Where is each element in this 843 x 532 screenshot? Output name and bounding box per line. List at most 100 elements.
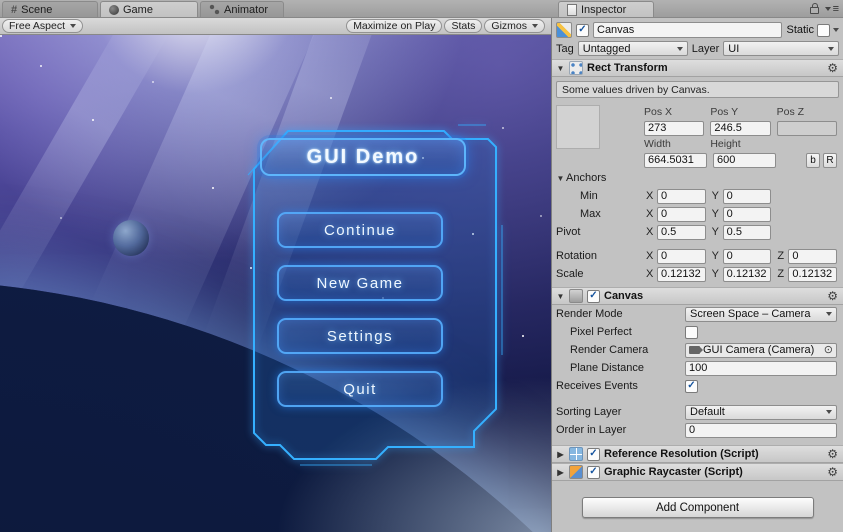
tag-value: Untagged <box>582 42 631 55</box>
gear-icon[interactable]: ⚙ <box>827 465 838 479</box>
pos-y-field[interactable]: 246.5 <box>710 120 771 136</box>
rotation-z-field[interactable]: 0 <box>788 248 838 264</box>
pos-y-label: Pos Y <box>710 106 739 118</box>
stats-button[interactable]: Stats <box>444 19 483 33</box>
foldout-closed-icon[interactable]: ▶ <box>556 468 565 477</box>
scale-x-field[interactable]: 0.12132 <box>657 266 706 282</box>
canvas-component-header[interactable]: ▼ ✓ Canvas ⚙ <box>552 287 843 305</box>
reference-resolution-title: Reference Resolution (Script) <box>604 448 759 460</box>
add-component-button[interactable]: Add Component <box>581 497 814 518</box>
rect-transform-header[interactable]: ▼ Rect Transform ⚙ <box>552 59 843 77</box>
static-checkbox[interactable] <box>817 23 830 37</box>
pixel-perfect-checkbox[interactable] <box>685 325 698 339</box>
lock-icon[interactable] <box>809 3 819 14</box>
layer-label: Layer <box>691 42 720 55</box>
scene-icon: # <box>11 3 18 16</box>
tab-animator[interactable]: Animator <box>200 1 284 17</box>
anchors-max-y-field[interactable]: 0 <box>722 206 772 222</box>
canvas-enabled-checkbox[interactable]: ✓ <box>587 289 600 303</box>
foldout-open-icon[interactable]: ▼ <box>556 292 565 301</box>
x-axis-label: X <box>646 226 654 238</box>
render-camera-field[interactable]: GUI Camera (Camera) ⊙ <box>685 342 837 358</box>
height-field[interactable]: 600 <box>713 152 776 168</box>
canvas-component-title: Canvas <box>604 290 644 302</box>
panel-menu-icon[interactable]: ≡ <box>825 3 839 15</box>
render-mode-row: Render Mode Screen Space – Camera <box>552 305 843 323</box>
anchors-foldout[interactable]: ▼ Anchors <box>552 169 843 187</box>
layer-dropdown[interactable]: UI <box>723 41 839 56</box>
pos-x-field[interactable]: 273 <box>644 120 705 136</box>
graphic-raycaster-icon <box>569 465 583 479</box>
scale-z-field[interactable]: 0.12132 <box>788 266 838 282</box>
reference-resolution-enabled-checkbox[interactable]: ✓ <box>587 447 600 461</box>
gear-icon[interactable]: ⚙ <box>827 447 838 461</box>
menu-title: GUI Demo <box>260 138 466 176</box>
object-picker-icon[interactable]: ⊙ <box>824 344 833 356</box>
rect-transform-icon <box>569 61 583 75</box>
anchors-min-x-field[interactable]: 0 <box>657 188 706 204</box>
pixel-perfect-row: Pixel Perfect <box>552 323 843 341</box>
anchors-min-y-field[interactable]: 0 <box>722 188 772 204</box>
render-mode-value: Screen Space – Camera <box>690 308 811 320</box>
foldout-open-icon[interactable]: ▼ <box>556 174 565 183</box>
anchors-max-x-field[interactable]: 0 <box>657 206 706 222</box>
sorting-layer-dropdown[interactable]: Default <box>685 404 837 420</box>
gear-icon[interactable]: ⚙ <box>827 61 838 75</box>
settings-button[interactable]: Settings <box>277 318 443 354</box>
quit-button[interactable]: Quit <box>277 371 443 407</box>
sorting-layer-value: Default <box>690 406 725 418</box>
raw-edit-mode-button[interactable]: R <box>823 152 837 168</box>
pivot-row: Pivot X 0.5 Y 0.5 <box>552 223 843 241</box>
inspector-panel: ✓ Static Tag Untagged Layer UI ▼ <box>551 18 843 532</box>
width-field[interactable]: 664.5031 <box>644 152 707 168</box>
static-dropdown-arrow-icon[interactable] <box>833 28 839 32</box>
plane-distance-row: Plane Distance 100 <box>552 359 843 377</box>
tag-dropdown[interactable]: Untagged <box>577 41 688 56</box>
new-game-button[interactable]: New Game <box>277 265 443 301</box>
scale-label: Scale <box>556 268 584 280</box>
check-icon: ✓ <box>589 448 598 459</box>
active-checkbox[interactable]: ✓ <box>576 23 589 37</box>
pivot-y-field[interactable]: 0.5 <box>722 224 772 240</box>
graphic-raycaster-header[interactable]: ▶ ✓ Graphic Raycaster (Script) ⚙ <box>552 463 843 481</box>
foldout-closed-icon[interactable]: ▶ <box>556 450 565 459</box>
anchor-preset-preview[interactable] <box>556 105 600 149</box>
reference-resolution-header[interactable]: ▶ ✓ Reference Resolution (Script) ⚙ <box>552 445 843 463</box>
foldout-open-icon[interactable]: ▼ <box>556 64 565 73</box>
rect-transform-body: Pos X Pos Y Pos Z 273 246.5 Width Height… <box>552 102 843 169</box>
y-axis-label: Y <box>711 190 720 202</box>
receives-events-checkbox[interactable]: ✓ <box>685 379 698 393</box>
render-mode-dropdown[interactable]: Screen Space – Camera <box>685 306 837 322</box>
static-label: Static <box>786 24 814 36</box>
pos-z-field <box>776 120 837 136</box>
rotation-x-field[interactable]: 0 <box>657 248 706 264</box>
blueprint-mode-button[interactable]: b <box>806 152 820 168</box>
height-label: Height <box>710 138 741 150</box>
receives-events-row: Receives Events ✓ <box>552 377 843 395</box>
tab-scene[interactable]: # Scene <box>2 1 98 17</box>
panel-controls: ≡ <box>809 2 839 16</box>
gizmos-dropdown[interactable]: Gizmos <box>484 19 545 33</box>
check-icon: ✓ <box>578 24 587 35</box>
unity-editor-window: # Scene Game Animator Inspector ≡ Free A… <box>0 0 843 532</box>
tab-inspector[interactable]: Inspector <box>558 1 654 17</box>
tab-game[interactable]: Game <box>100 1 198 17</box>
name-field[interactable] <box>593 22 783 38</box>
scale-y-field[interactable]: 0.12132 <box>722 266 772 282</box>
check-icon: ✓ <box>589 290 598 301</box>
tab-inspector-label: Inspector <box>581 3 627 16</box>
continue-button[interactable]: Continue <box>277 212 443 248</box>
aspect-dropdown[interactable]: Free Aspect <box>2 19 84 33</box>
graphic-raycaster-enabled-checkbox[interactable]: ✓ <box>587 465 600 479</box>
y-axis-label: Y <box>711 268 720 280</box>
maximize-on-play-button[interactable]: Maximize on Play <box>346 19 443 33</box>
gear-icon[interactable]: ⚙ <box>827 289 838 303</box>
tag-layer-row: Tag Untagged Layer UI <box>552 40 843 59</box>
rotation-y-field[interactable]: 0 <box>722 248 772 264</box>
order-in-layer-field[interactable]: 0 <box>685 422 837 438</box>
pivot-x-field[interactable]: 0.5 <box>657 224 706 240</box>
dropdown-arrow-icon <box>826 410 832 414</box>
x-axis-label: X <box>646 208 654 220</box>
sorting-layer-label: Sorting Layer <box>556 406 622 418</box>
plane-distance-field[interactable]: 100 <box>685 360 837 376</box>
